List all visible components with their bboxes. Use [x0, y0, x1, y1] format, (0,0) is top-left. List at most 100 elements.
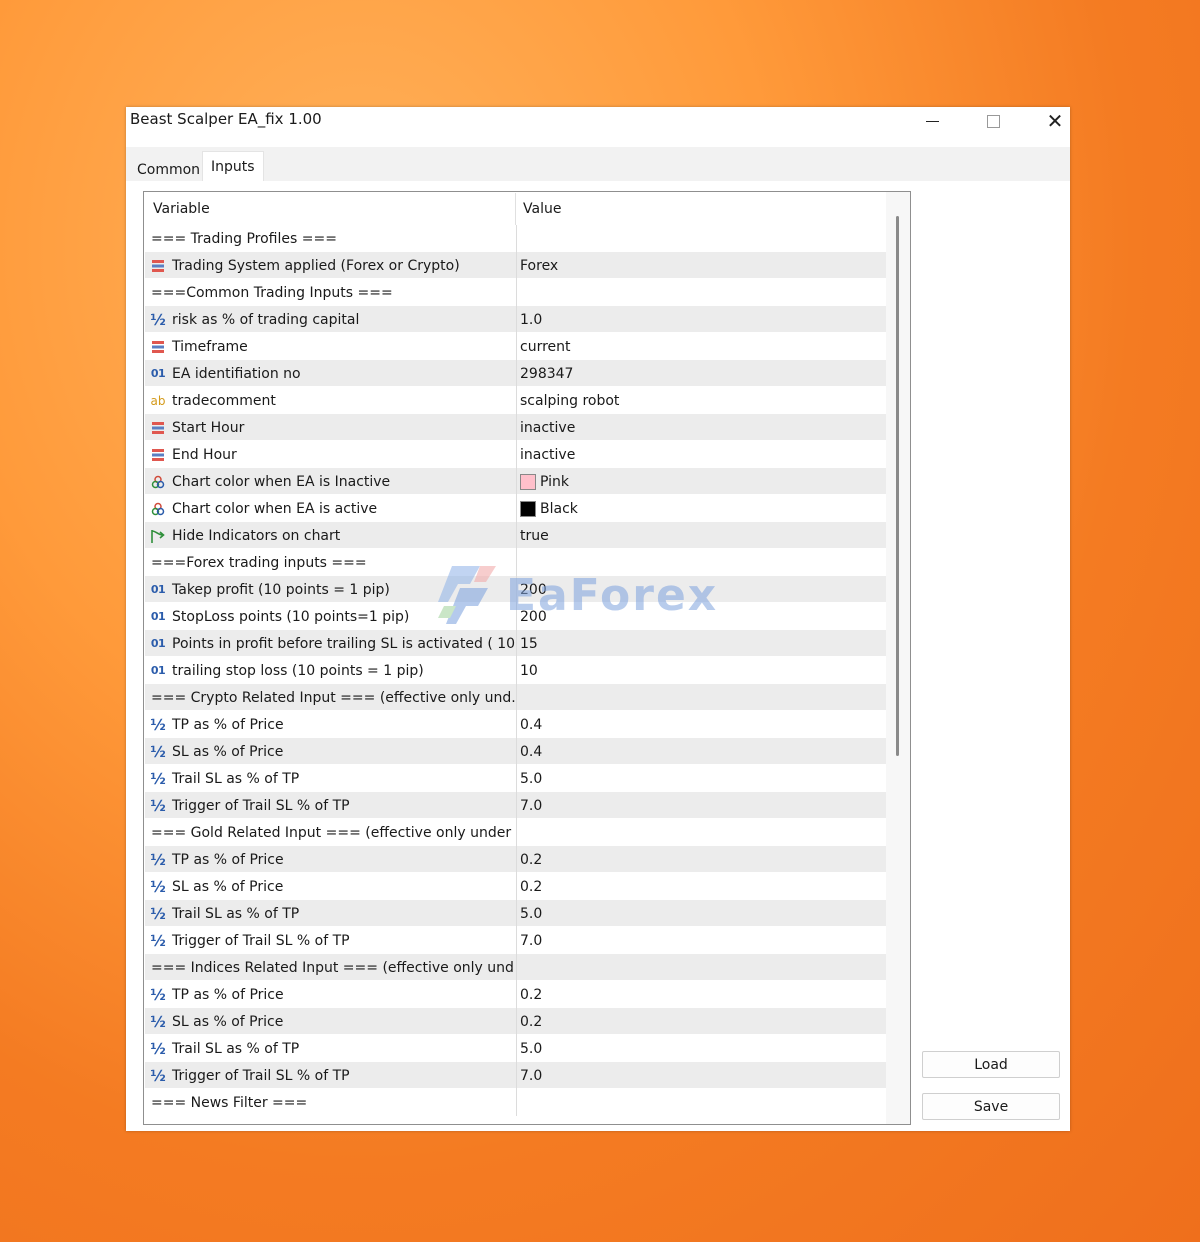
- variable-cell[interactable]: ½ TP as % of Price: [145, 981, 515, 1008]
- value-cell[interactable]: [516, 225, 886, 252]
- variable-cell[interactable]: ===Forex trading inputs ===: [145, 549, 515, 576]
- value-cell[interactable]: [516, 954, 886, 981]
- table-row[interactable]: 01 Points in profit before trailing SL is…: [145, 630, 886, 657]
- save-button[interactable]: Save: [922, 1093, 1060, 1120]
- table-row[interactable]: Start Hour inactive: [145, 414, 886, 441]
- value-cell[interactable]: [516, 819, 886, 846]
- variable-cell[interactable]: === Trading Profiles ===: [145, 225, 515, 252]
- value-cell[interactable]: 7.0: [516, 1062, 886, 1089]
- variable-cell[interactable]: ½ SL as % of Price: [145, 738, 515, 765]
- value-cell[interactable]: 0.2: [516, 1008, 886, 1035]
- variable-cell[interactable]: Chart color when EA is active: [145, 495, 515, 522]
- variable-cell[interactable]: ½ TP as % of Price: [145, 846, 515, 873]
- value-cell[interactable]: Black: [516, 495, 886, 522]
- minimize-button[interactable]: [912, 109, 952, 133]
- variable-cell[interactable]: ½ Trail SL as % of TP: [145, 1035, 515, 1062]
- value-cell[interactable]: 1.0: [516, 306, 886, 333]
- value-cell[interactable]: Pink: [516, 468, 886, 495]
- table-row[interactable]: Chart color when EA is active Black: [145, 495, 886, 522]
- value-cell[interactable]: [516, 549, 886, 576]
- value-cell[interactable]: inactive: [516, 441, 886, 468]
- value-cell[interactable]: 5.0: [516, 765, 886, 792]
- variable-cell[interactable]: 01 Points in profit before trailing SL is…: [145, 630, 515, 657]
- value-cell[interactable]: 5.0: [516, 900, 886, 927]
- table-row[interactable]: 01 trailing stop loss (10 points = 1 pip)…: [145, 657, 886, 684]
- value-cell[interactable]: 200: [516, 603, 886, 630]
- table-row[interactable]: ½ TP as % of Price 0.2: [145, 846, 886, 873]
- variable-cell[interactable]: === Gold Related Input === (effective on…: [145, 819, 515, 846]
- variable-cell[interactable]: 01 Takep profit (10 points = 1 pip): [145, 576, 515, 603]
- scrollbar-thumb[interactable]: [896, 216, 899, 756]
- value-cell[interactable]: inactive: [516, 414, 886, 441]
- variable-cell[interactable]: ½ TP as % of Price: [145, 711, 515, 738]
- variable-cell[interactable]: === News Filter ===: [145, 1089, 515, 1116]
- value-cell[interactable]: 200: [516, 576, 886, 603]
- variable-cell[interactable]: Trading System applied (Forex or Crypto): [145, 252, 515, 279]
- table-row[interactable]: End Hour inactive: [145, 441, 886, 468]
- table-row[interactable]: ½ SL as % of Price 0.4: [145, 738, 886, 765]
- table-row[interactable]: 01 Takep profit (10 points = 1 pip) 200: [145, 576, 886, 603]
- color-swatch[interactable]: [520, 473, 536, 490]
- value-cell[interactable]: current: [516, 333, 886, 360]
- table-row[interactable]: ½ Trigger of Trail SL % of TP 7.0: [145, 792, 886, 819]
- variable-cell[interactable]: ½ Trigger of Trail SL % of TP: [145, 1062, 515, 1089]
- close-button[interactable]: ✕: [1035, 109, 1075, 133]
- table-row[interactable]: ½ Trail SL as % of TP 5.0: [145, 765, 886, 792]
- vertical-scrollbar[interactable]: [886, 192, 910, 1124]
- variable-cell[interactable]: Chart color when EA is Inactive: [145, 468, 515, 495]
- table-row[interactable]: ½ SL as % of Price 0.2: [145, 873, 886, 900]
- tab-inputs[interactable]: Inputs: [202, 151, 264, 181]
- value-cell[interactable]: 7.0: [516, 927, 886, 954]
- variable-cell[interactable]: === Indices Related Input === (effective…: [145, 954, 515, 981]
- column-header-variable[interactable]: Variable: [153, 193, 210, 225]
- table-row[interactable]: ½ Trigger of Trail SL % of TP 7.0: [145, 1062, 886, 1089]
- table-row[interactable]: Timeframe current: [145, 333, 886, 360]
- tab-common[interactable]: Common: [129, 156, 208, 184]
- value-cell[interactable]: [516, 1089, 886, 1116]
- table-row[interactable]: 01 StopLoss points (10 points=1 pip) 200: [145, 603, 886, 630]
- variable-cell[interactable]: ½ Trail SL as % of TP: [145, 765, 515, 792]
- table-row[interactable]: Trading System applied (Forex or Crypto)…: [145, 252, 886, 279]
- value-cell[interactable]: 0.2: [516, 981, 886, 1008]
- value-cell[interactable]: 0.4: [516, 738, 886, 765]
- value-cell[interactable]: 0.2: [516, 846, 886, 873]
- value-cell[interactable]: 5.0: [516, 1035, 886, 1062]
- value-cell[interactable]: 298347: [516, 360, 886, 387]
- variable-cell[interactable]: ½ risk as % of trading capital: [145, 306, 515, 333]
- table-row[interactable]: ½ TP as % of Price 0.2: [145, 981, 886, 1008]
- table-row[interactable]: ½ Trail SL as % of TP 5.0: [145, 900, 886, 927]
- table-row[interactable]: ½ TP as % of Price 0.4: [145, 711, 886, 738]
- variable-cell[interactable]: Start Hour: [145, 414, 515, 441]
- variable-cell[interactable]: ½ SL as % of Price: [145, 873, 515, 900]
- variable-cell[interactable]: === Crypto Related Input === (effective …: [145, 684, 515, 711]
- value-cell[interactable]: 0.4: [516, 711, 886, 738]
- value-cell[interactable]: [516, 684, 886, 711]
- value-cell[interactable]: 15: [516, 630, 886, 657]
- table-row[interactable]: ab tradecomment scalping robot: [145, 387, 886, 414]
- value-cell[interactable]: 7.0: [516, 792, 886, 819]
- table-row[interactable]: ½ Trail SL as % of TP 5.0: [145, 1035, 886, 1062]
- load-button[interactable]: Load: [922, 1051, 1060, 1078]
- column-divider[interactable]: [515, 193, 516, 225]
- table-row[interactable]: Hide Indicators on chart true: [145, 522, 886, 549]
- table-row[interactable]: Chart color when EA is Inactive Pink: [145, 468, 886, 495]
- table-row[interactable]: ===Forex trading inputs ===: [145, 549, 886, 576]
- variable-cell[interactable]: 01 trailing stop loss (10 points = 1 pip): [145, 657, 515, 684]
- table-row[interactable]: === Indices Related Input === (effective…: [145, 954, 886, 981]
- column-header-value[interactable]: Value: [523, 193, 561, 225]
- value-cell[interactable]: true: [516, 522, 886, 549]
- variable-cell[interactable]: ½ Trail SL as % of TP: [145, 900, 515, 927]
- variable-cell[interactable]: ab tradecomment: [145, 387, 515, 414]
- table-row[interactable]: ½ Trigger of Trail SL % of TP 7.0: [145, 927, 886, 954]
- variable-cell[interactable]: 01 EA identifiation no: [145, 360, 515, 387]
- value-cell[interactable]: 10: [516, 657, 886, 684]
- variable-cell[interactable]: ½ SL as % of Price: [145, 1008, 515, 1035]
- variable-cell[interactable]: Hide Indicators on chart: [145, 522, 515, 549]
- color-swatch[interactable]: [520, 500, 536, 517]
- variable-cell[interactable]: Timeframe: [145, 333, 515, 360]
- variable-cell[interactable]: 01 StopLoss points (10 points=1 pip): [145, 603, 515, 630]
- value-cell[interactable]: 0.2: [516, 873, 886, 900]
- table-row[interactable]: 01 EA identifiation no 298347: [145, 360, 886, 387]
- table-row[interactable]: ½ SL as % of Price 0.2: [145, 1008, 886, 1035]
- table-row[interactable]: === Gold Related Input === (effective on…: [145, 819, 886, 846]
